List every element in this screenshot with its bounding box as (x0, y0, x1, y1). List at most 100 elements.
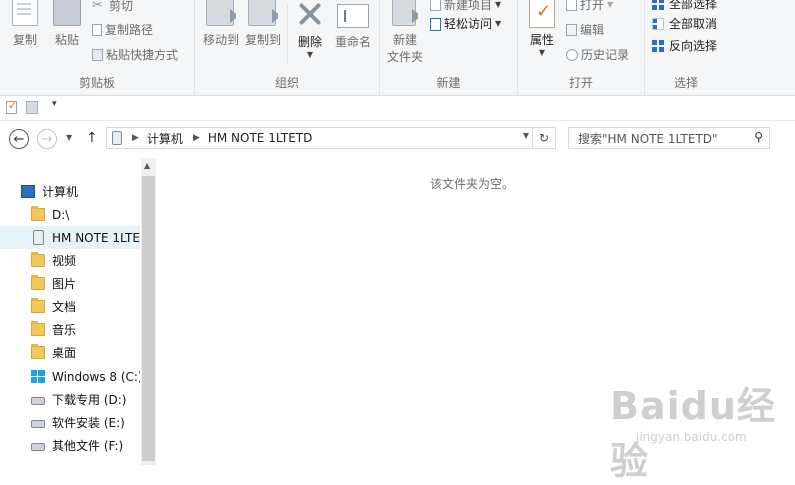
sidebar-item[interactable]: 音乐 (0, 318, 140, 341)
scroll-up-arrow[interactable]: ▲ (144, 161, 150, 170)
chevron-down-icon: ▼ (495, 19, 502, 28)
search-box[interactable]: 搜索"HM NOTE 1LTETD" ⚲ (568, 127, 770, 149)
arrow-right-icon: → (41, 132, 53, 147)
open-group: 属性 ▼ 打开▼ 编辑 历史记录 打开 (518, 0, 645, 95)
copy-to-button[interactable]: 复制到 (241, 0, 285, 48)
delete-label: 删除 (297, 35, 322, 49)
copy-button[interactable]: 复制 (6, 0, 44, 48)
sidebar-item[interactable]: 视频 (0, 249, 140, 272)
sidebar-item-label: 软件安装 (E:) (52, 416, 125, 430)
new-group-label: 新建 (436, 76, 461, 90)
folder-icon (31, 344, 45, 359)
arrow-up-icon: ↑ (86, 130, 98, 146)
new-folder-quick-icon[interactable] (26, 101, 38, 114)
address-history-button[interactable]: ▼ (523, 131, 529, 140)
sidebar-item[interactable]: 文档 (0, 295, 140, 318)
paste-label: 粘贴 (54, 33, 79, 47)
folder-icon (31, 321, 45, 336)
new-item-icon (430, 0, 441, 11)
delete-button[interactable]: 删除 ▼ (293, 0, 327, 59)
invert-selection-icon (652, 40, 664, 52)
sidebar-item[interactable]: Windows 8 (C:) (0, 365, 140, 388)
sidebar-item-label: HM NOTE 1LTETD (52, 230, 140, 245)
paste-button[interactable]: 粘贴 (48, 0, 86, 48)
select-none-icon (652, 18, 664, 30)
sidebar-item[interactable]: 下载专用 (D:) (0, 388, 140, 411)
rename-button[interactable]: 重命名 (331, 0, 375, 50)
copy-to-icon (248, 0, 278, 26)
chevron-down-icon: ▼ (66, 133, 73, 142)
copy-path-button[interactable]: 复制路径 (92, 20, 153, 40)
sidebar-item-label: 文档 (52, 300, 77, 314)
refresh-icon: ↻ (538, 131, 550, 145)
select-none-button[interactable]: 全部取消 (652, 14, 717, 34)
scroll-thumb[interactable] (142, 176, 155, 461)
breadcrumb-computer[interactable]: 计算机 (147, 130, 183, 147)
folder-icon (31, 298, 45, 313)
phone-icon (33, 230, 44, 245)
open-button[interactable]: 打开 ▼ (566, 0, 613, 15)
empty-folder-message: 该文件夹为空。 (430, 177, 515, 191)
properties-icon (529, 0, 555, 28)
new-folder-button[interactable]: 新建 文件夹 (384, 0, 426, 65)
up-button[interactable]: ↑ (86, 130, 98, 146)
new-item-button[interactable]: 新建项目 ▼ (430, 0, 501, 15)
sidebar-item-label: 下载专用 (D:) (52, 393, 127, 407)
new-folder-icon (392, 0, 418, 26)
forward-button[interactable]: → (37, 129, 57, 149)
phone-icon (112, 131, 122, 145)
properties-quick-icon[interactable]: ✓ (6, 99, 17, 114)
sidebar-item-label: Windows 8 (C:) (52, 369, 140, 384)
drive-icon (31, 420, 45, 428)
sidebar-item[interactable]: D:\ (0, 203, 140, 226)
sidebar-item[interactable]: HM NOTE 1LTETD (0, 226, 140, 249)
sidebar-item[interactable]: 软件安装 (E:) (0, 411, 140, 434)
organize-group: 移动到 复制到 删除 ▼ 重命名 组织 (195, 0, 380, 95)
select-all-button[interactable]: 全部选择 (652, 0, 717, 14)
folder-icon (31, 275, 45, 290)
watermark-url: jingyan.baidu.com (636, 430, 747, 444)
sidebar-item[interactable]: 图片 (0, 272, 140, 295)
move-to-label: 移动到 (202, 33, 239, 47)
new-group: 新建 文件夹 新建项目 ▼ 轻松访问 ▼ 新建 (380, 0, 518, 95)
easy-access-button[interactable]: 轻松访问 ▼ (430, 14, 501, 34)
edit-button[interactable]: 编辑 (566, 20, 604, 40)
move-to-button[interactable]: 移动到 (199, 0, 243, 48)
windows-drive-icon (31, 370, 45, 383)
invert-selection-button[interactable]: 反向选择 (652, 36, 717, 56)
history-button[interactable]: 历史记录 (566, 45, 629, 65)
sidebar-item[interactable]: 桌面 (0, 341, 140, 364)
nav-scrollbar[interactable]: ▲ (141, 158, 156, 465)
address-bar[interactable]: ▶ 计算机 ▶ HM NOTE 1LTETD ▼ ↻ (106, 127, 556, 149)
paste-shortcut-button[interactable]: 粘贴快捷方式 (92, 45, 178, 65)
chevron-right-icon: ▶ (192, 133, 200, 143)
search-icon: ⚲ (754, 130, 763, 144)
properties-label: 属性 (529, 33, 554, 47)
select-group: 全部选择 全部取消 反向选择 选择 (645, 0, 795, 95)
ribbon: 复制 粘贴 ✂ 剪切 复制路径 粘贴快捷方式 剪贴板 移动到 复制到 删除 ▼ … (0, 0, 795, 96)
customize-toolbar-icon[interactable]: ▾ (52, 99, 57, 109)
navigation-pane: 计算机 D:\ HM NOTE 1LTETD 视频图片文档音乐桌面 Windows 8 … (0, 158, 156, 465)
properties-button[interactable]: 属性 ▼ (524, 0, 560, 57)
easy-access-icon (430, 17, 441, 31)
clipboard-group-label: 剪贴板 (78, 76, 115, 90)
new-folder-label-1: 新建 (392, 33, 417, 47)
search-input[interactable]: 搜索"HM NOTE 1LTETD" (578, 130, 718, 147)
breadcrumb-device[interactable]: HM NOTE 1LTETD (208, 131, 313, 145)
cut-button[interactable]: ✂ 剪切 (92, 0, 133, 16)
sidebar-item-label: 计算机 (42, 185, 79, 199)
sidebar-item-label: 桌面 (52, 346, 77, 360)
delete-icon (296, 0, 324, 28)
back-button[interactable]: ← (9, 129, 29, 149)
sidebar-item-label: 图片 (52, 277, 77, 291)
separator (287, 4, 288, 64)
recent-locations-button[interactable]: ▼ (66, 133, 72, 142)
sidebar-item[interactable]: 计算机 (0, 180, 140, 203)
computer-icon (21, 185, 35, 198)
chevron-down-icon: ▼ (538, 48, 546, 57)
refresh-button[interactable]: ↻ (532, 128, 555, 148)
sidebar-item[interactable]: 其他文件 (F:) (0, 434, 140, 457)
folder-icon (31, 206, 45, 221)
move-to-icon (206, 0, 236, 26)
organize-group-label: 组织 (274, 76, 299, 90)
